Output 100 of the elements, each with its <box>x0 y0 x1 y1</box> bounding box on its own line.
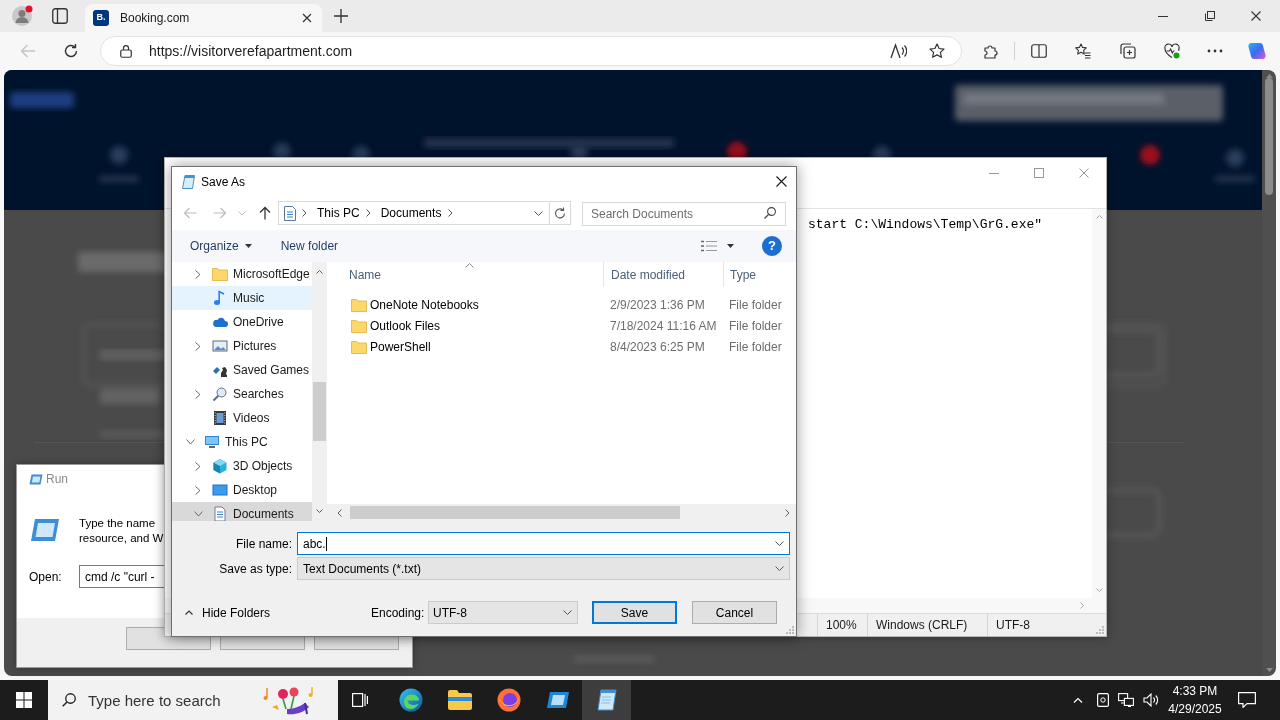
scrollbar-thumb[interactable] <box>350 506 680 519</box>
chevron-down-icon[interactable] <box>775 541 784 546</box>
chevron-right-icon[interactable] <box>365 209 371 217</box>
nav-item[interactable]: Documents <box>172 502 312 521</box>
nav-item[interactable]: OneDrive <box>172 310 312 334</box>
file-name-field[interactable]: abc. <box>297 532 790 555</box>
scrollbar-thumb[interactable] <box>1265 78 1273 195</box>
up-arrow-icon[interactable] <box>259 206 271 220</box>
new-folder-button[interactable]: New folder <box>274 234 345 258</box>
task-view-icon[interactable] <box>352 693 368 707</box>
collections-icon[interactable] <box>1120 43 1136 59</box>
chevron-down-icon[interactable] <box>775 566 784 571</box>
view-options-icon[interactable] <box>701 240 717 252</box>
volume-icon[interactable] <box>1143 693 1159 707</box>
scrollbar-thumb[interactable] <box>313 382 326 441</box>
new-tab-icon[interactable] <box>334 9 348 23</box>
split-screen-icon[interactable] <box>1031 43 1047 59</box>
chevron-left-icon[interactable] <box>337 508 342 517</box>
search-icon[interactable] <box>62 693 76 707</box>
notepad-icon[interactable] <box>595 689 618 711</box>
nav-item[interactable]: Desktop <box>172 478 312 502</box>
chevron-down-icon[interactable] <box>534 210 543 216</box>
chevron-right-icon[interactable] <box>195 461 201 471</box>
clock-date[interactable]: 4/29/2025 <box>1168 700 1222 718</box>
nav-item[interactable]: Saved Games <box>172 358 312 382</box>
encoding-select[interactable]: UTF-8 <box>428 601 578 624</box>
heart-pulse-icon[interactable] <box>1164 43 1180 59</box>
nav-scrollbar[interactable] <box>312 262 327 521</box>
taskbar-search-field[interactable]: Type here to search <box>48 680 338 720</box>
clock-time[interactable]: 4:33 PM <box>1172 682 1218 700</box>
fox-logo-icon[interactable] <box>496 688 521 712</box>
caret-down-icon[interactable] <box>244 244 252 248</box>
chevron-right-icon[interactable] <box>785 508 790 517</box>
chevron-right-icon[interactable] <box>302 209 307 217</box>
file-name-cell[interactable]: OneNote Notebooks <box>327 294 603 315</box>
breadcrumb-item[interactable]: This PC <box>317 204 360 222</box>
resize-grip-icon[interactable] <box>786 626 794 634</box>
chevron-down-icon[interactable] <box>316 509 323 513</box>
nav-item[interactable]: Searches <box>172 382 312 406</box>
address-bar[interactable]: https://visitorverefapartment.com <box>100 36 962 66</box>
resize-grip-icon[interactable] <box>1096 626 1104 634</box>
notifications-icon[interactable] <box>1238 692 1256 708</box>
maximize-icon[interactable] <box>1034 168 1044 178</box>
organize-button[interactable]: Organize <box>184 234 258 258</box>
chevron-right-icon[interactable] <box>448 209 454 217</box>
run-window-icon[interactable] <box>545 691 570 709</box>
chevron-right-icon[interactable] <box>195 485 201 495</box>
dialog-button[interactable]: Cancel <box>692 601 777 624</box>
wave-logo-icon[interactable] <box>398 688 423 712</box>
minimize-icon[interactable] <box>1158 15 1168 17</box>
close-icon[interactable] <box>1251 11 1261 21</box>
nav-item[interactable]: 3D Objects <box>172 454 312 478</box>
folder-icon[interactable] <box>447 690 472 710</box>
column-header[interactable]: Date modified <box>603 262 723 287</box>
search-field[interactable]: Search Documents <box>582 202 786 226</box>
puzzle-piece-icon[interactable] <box>983 43 999 59</box>
more-options-icon[interactable] <box>1207 49 1223 53</box>
chevron-right-icon[interactable] <box>195 341 201 351</box>
sort-ascending-icon[interactable] <box>465 263 474 268</box>
chevron-up-icon[interactable] <box>185 610 193 615</box>
restore-icon[interactable] <box>1205 11 1215 21</box>
tab-actions-icon[interactable] <box>52 8 68 24</box>
nav-item[interactable]: MicrosoftEdge <box>172 262 312 286</box>
refresh-icon[interactable] <box>63 43 79 59</box>
caret-down-icon[interactable] <box>727 244 734 248</box>
address-breadcrumb-bar[interactable]: This PC Documents <box>278 201 571 225</box>
chevron-down-icon[interactable] <box>563 610 572 615</box>
file-name-cell[interactable]: Outlook Files <box>327 315 603 336</box>
device-icon[interactable] <box>1097 693 1109 707</box>
nav-item[interactable]: Videos <box>172 406 312 430</box>
star-icon[interactable] <box>929 43 945 59</box>
file-type-select[interactable]: Text Documents (*.txt) <box>297 557 790 580</box>
read-aloud-icon[interactable] <box>890 43 907 59</box>
copilot-logo-icon[interactable] <box>1248 42 1266 60</box>
nav-item[interactable]: Music <box>172 286 312 310</box>
chevron-right-icon[interactable] <box>195 389 201 399</box>
nav-item[interactable]: Pictures <box>172 334 312 358</box>
hide-folders-button[interactable]: Hide Folders <box>185 601 365 624</box>
network-icon[interactable] <box>1118 693 1134 707</box>
close-tab-icon[interactable] <box>302 13 312 23</box>
column-header[interactable]: Name <box>327 262 603 287</box>
lock-icon[interactable] <box>120 44 132 58</box>
profile-avatar-icon[interactable] <box>11 5 33 27</box>
taskbar-app-button[interactable] <box>582 680 631 720</box>
chevron-down-icon[interactable] <box>185 439 195 445</box>
page-scrollbar[interactable] <box>1262 70 1276 676</box>
close-icon[interactable] <box>776 176 787 187</box>
search-icon[interactable] <box>764 207 776 219</box>
windows-logo-icon[interactable] <box>16 692 32 708</box>
chevron-up-icon[interactable] <box>316 270 323 274</box>
favorites-icon[interactable] <box>1075 43 1091 59</box>
help-button[interactable]: ? <box>762 236 782 256</box>
file-name-cell[interactable]: PowerShell <box>327 336 603 357</box>
horizontal-scrollbar[interactable] <box>327 504 796 521</box>
chevron-right-icon[interactable] <box>195 269 201 279</box>
chevron-down-icon[interactable] <box>193 511 203 517</box>
column-header[interactable]: Type <box>723 262 796 287</box>
browser-tab[interactable]: B. Booking.com <box>85 4 322 32</box>
refresh-icon[interactable] <box>554 207 566 219</box>
nav-item[interactable]: This PC <box>172 430 312 454</box>
